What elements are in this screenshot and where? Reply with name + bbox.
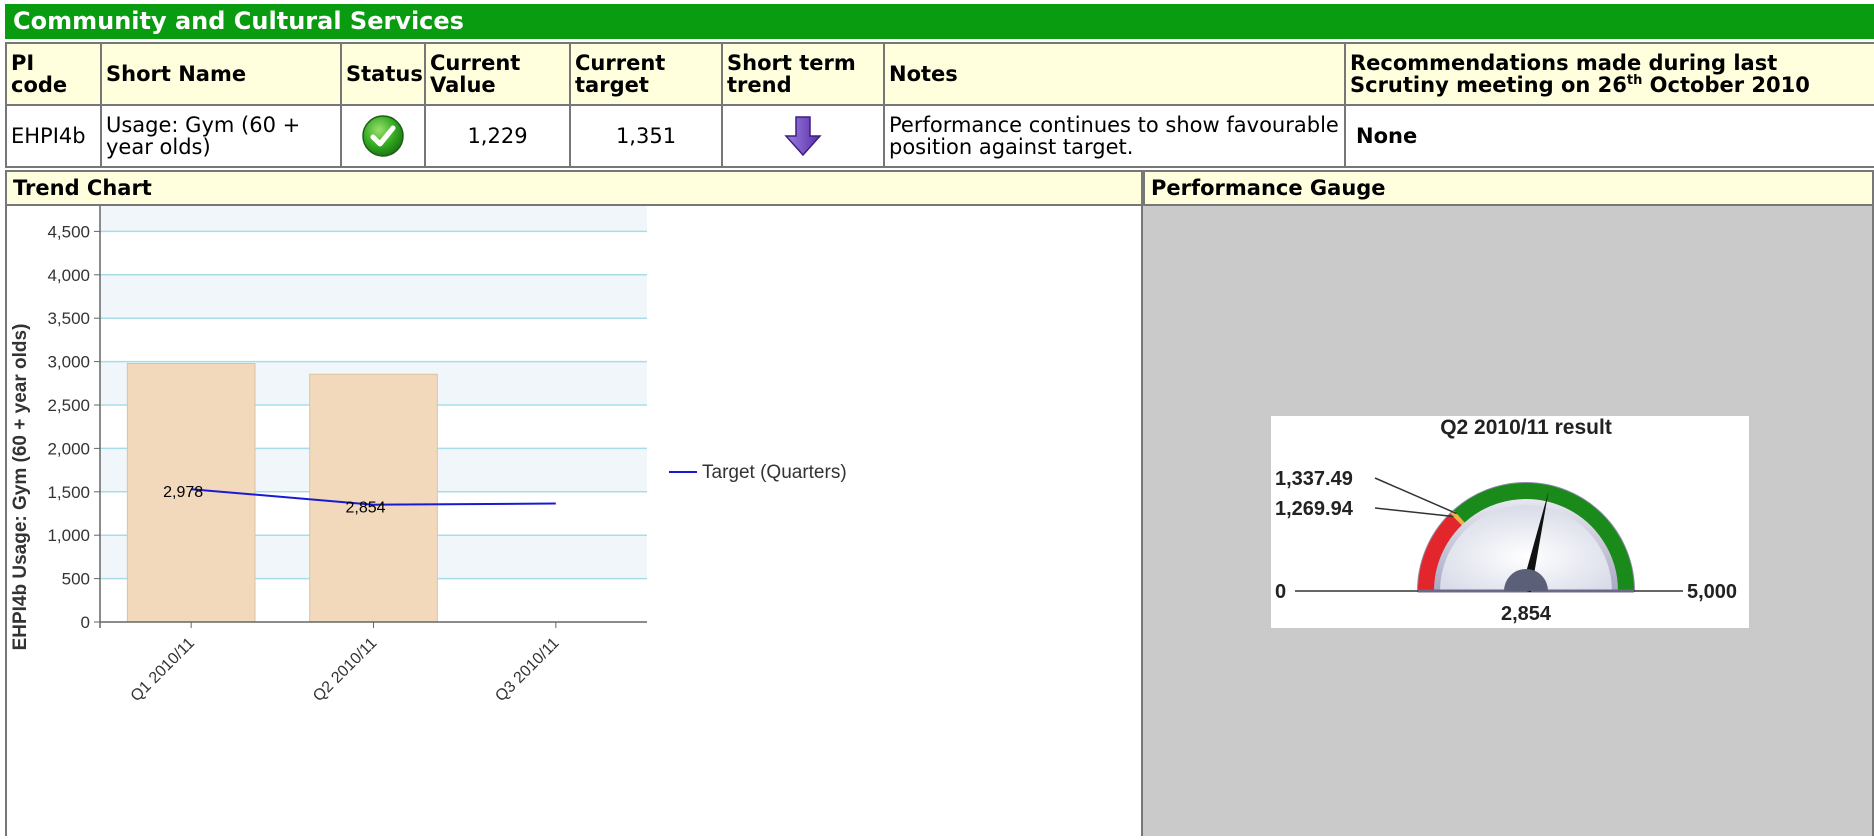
bar [309, 373, 438, 623]
bar-data-label: 2,854 [345, 500, 385, 517]
y-tick-label: 2,500 [47, 396, 90, 415]
section-title: Community and Cultural Services [5, 4, 1874, 39]
performance-gauge-panel: Q2 2010/11 result 1,337.49 1,269.94 0 5,000… [1143, 206, 1874, 836]
gauge-min-label: 0 [1275, 581, 1286, 603]
gauge-max-label: 5,000 [1687, 581, 1737, 603]
gauge-threshold-label-lower: 1,269.94 [1275, 498, 1354, 520]
cell-status [340, 104, 426, 168]
chart-y-ticks: 0 500 1,000 1,500 2,000 2,500 3,000 3,500 4,000 4… [47, 179, 100, 632]
gauge-threshold-label-upper: 1,337.49 [1275, 468, 1353, 490]
purple-down-arrow-icon [784, 116, 822, 157]
y-tick-label: 500 [62, 570, 90, 589]
gauge-threshold-leader [1374, 507, 1454, 518]
header-status: Status [340, 42, 426, 106]
x-tick-label: Q3 2010/11 [492, 635, 562, 705]
gauge-value-label: 2,854 [1501, 603, 1552, 625]
x-tick-label: Q2 2010/11 [310, 635, 380, 705]
header-current-value: Current Value [424, 42, 571, 106]
cell-pi-code: EHPI4b [5, 104, 102, 168]
y-tick-label: 0 [81, 613, 90, 632]
y-tick-label: 1,000 [47, 526, 90, 545]
cell-trend [721, 104, 885, 168]
gauge-title: Q2 2010/11 result [1440, 416, 1612, 439]
table-header-row: PI code Short Name Status Current Value … [5, 42, 1874, 106]
cell-current-value: 1,229 [424, 104, 571, 168]
header-recommendations-sup: th [1626, 73, 1643, 88]
gauge-threshold-leader [1374, 477, 1457, 515]
header-recommendations: Recommendations made during last Scrutin… [1344, 42, 1874, 106]
chart-x-ticks: Q1 2010/11 Q2 2010/11 Q3 2010/11 [128, 622, 563, 705]
trend-chart-heading: Trend Chart [5, 170, 1143, 206]
gauge-card: Q2 2010/11 result 1,337.49 1,269.94 0 5,000… [1271, 416, 1749, 628]
gauge-band [1450, 510, 1465, 526]
header-short-term-trend: Short term trend [721, 42, 885, 106]
page: Community and Cultural Services PI code … [5, 4, 1874, 836]
cell-notes: Performance continues to show favourable… [883, 104, 1346, 168]
pi-table: PI code Short Name Status Current Value … [5, 42, 1874, 168]
chart-band [100, 274, 647, 319]
header-current-target: Current target [569, 42, 723, 106]
trend-chart-panel: 0 500 1,000 1,500 2,000 2,500 3,000 3,500 4,000 4… [5, 179, 1143, 836]
cell-short-name: Usage: Gym (60 + year olds) [100, 104, 342, 168]
table-row: EHPI4b Usage: Gym (60 + year olds) 1,229 [5, 104, 1874, 168]
header-recommendations-date: October 2010 [1642, 73, 1810, 97]
y-tick-label: 4,500 [47, 222, 90, 241]
chart-legend: Target (Quarters) [669, 462, 847, 483]
gauge-body [1295, 477, 1683, 593]
y-tick-label: 2,000 [47, 439, 90, 458]
x-tick-label: Q1 2010/11 [128, 635, 198, 705]
y-tick-label: 4,000 [47, 266, 90, 285]
bar-data-label: 2,978 [163, 484, 203, 501]
gauge: Q2 2010/11 result 1,337.49 1,269.94 0 5,000… [1275, 416, 1737, 625]
y-tick-label: 3,000 [47, 353, 90, 372]
y-tick-label: 3,500 [47, 309, 90, 328]
cell-current-target: 1,351 [569, 104, 723, 168]
y-tick-label: 1,500 [47, 483, 90, 502]
performance-gauge-heading: Performance Gauge [1143, 170, 1874, 206]
cell-recommendations: None [1344, 104, 1874, 168]
header-short-name: Short Name [100, 42, 342, 106]
y-axis-label: EHPI4b Usage: Gym (60 + year olds) [10, 324, 31, 651]
header-pi-code: PI code [5, 42, 102, 106]
chart-band [100, 188, 647, 232]
trend-chart: 0 500 1,000 1,500 2,000 2,500 3,000 3,500 4,000 4… [10, 179, 847, 705]
legend-label: Target (Quarters) [702, 462, 847, 483]
header-notes: Notes [883, 42, 1346, 106]
green-check-icon [362, 115, 404, 157]
